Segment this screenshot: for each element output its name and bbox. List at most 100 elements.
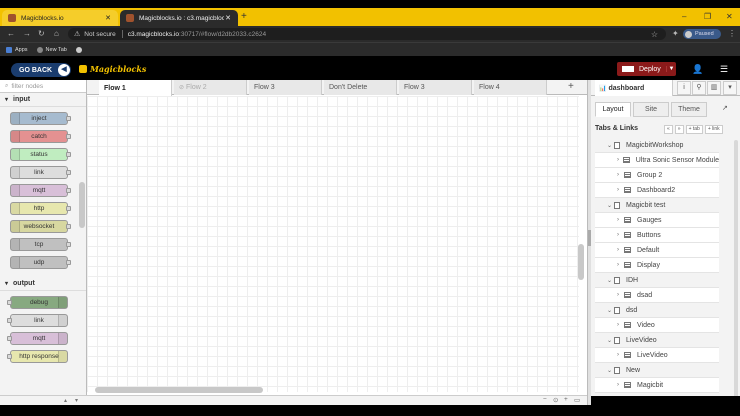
bookmark-apps[interactable]: Apps [6, 46, 28, 53]
tree-group-item[interactable]: › Gauges [595, 213, 719, 228]
palette-node-http-response[interactable]: http response [7, 350, 68, 363]
chevron-right-icon[interactable]: › [617, 187, 624, 193]
user-icon[interactable]: 👤 [692, 64, 703, 74]
palette-node-debug[interactable]: debug [7, 296, 68, 309]
chevron-right-icon[interactable]: › [617, 247, 624, 253]
chevron-right-icon[interactable]: › [617, 292, 624, 298]
tree-tab-item[interactable]: ⌄ IDH [595, 273, 719, 288]
canvas-vertical-scrollbar[interactable] [578, 244, 584, 280]
chevron-right-icon[interactable]: › [617, 232, 624, 238]
back-icon[interactable]: ← [7, 28, 15, 39]
expand-all-button[interactable]: » [674, 125, 684, 134]
tree-group-item[interactable]: › dsad [595, 288, 719, 303]
zoom-out-icon[interactable]: − [543, 396, 547, 403]
chevron-down-icon[interactable]: ⌄ [607, 142, 614, 149]
tree-group-item[interactable]: › Display [595, 258, 719, 273]
tab-flow-5[interactable]: Flow 4 [474, 80, 547, 95]
tree-group-item[interactable]: › Magicbit [595, 378, 719, 393]
chevron-down-icon[interactable]: ⌄ [607, 367, 614, 374]
zoom-in-icon[interactable]: + [564, 396, 568, 403]
add-tab-button[interactable]: + tab [685, 125, 703, 134]
tree-tab-item[interactable]: ⌄ Magicbit test [595, 198, 719, 213]
tree-group-item[interactable]: › Ultra Sonic Sensor Module [595, 153, 719, 168]
sidebar-scrollbar[interactable] [734, 140, 738, 396]
chevron-right-icon[interactable]: › [617, 262, 624, 268]
forward-icon[interactable]: → [23, 28, 31, 39]
close-window-icon[interactable]: ✕ [726, 11, 733, 22]
navigator-icon[interactable]: ▭ [574, 396, 580, 404]
tree-tab-item[interactable]: ⌄ MagicbitWorkshop [595, 138, 719, 153]
profile-button[interactable]: Paused [683, 29, 721, 39]
tab-theme[interactable]: Theme [671, 102, 707, 117]
palette-node-http[interactable]: http [10, 202, 71, 215]
collapse-all-button[interactable]: « [664, 125, 673, 134]
chart-icon[interactable]: ▥ [707, 81, 721, 95]
tree-group-item[interactable]: › Buttons [595, 228, 719, 243]
reload-icon[interactable]: ↻ [38, 28, 45, 39]
tree-group-item[interactable]: › Dashboard2 [595, 183, 719, 198]
tab-flow-2[interactable]: Flow 3 [249, 80, 322, 95]
zoom-reset-icon[interactable]: ⊙ [553, 396, 558, 404]
bookmark-globe[interactable] [75, 46, 85, 53]
chevron-down-icon[interactable]: ▼ [666, 66, 676, 72]
chevron-right-icon[interactable]: › [617, 217, 624, 223]
bookmark-new-tab[interactable]: New Tab [36, 46, 67, 53]
palette-category-input[interactable]: ▾ input [0, 93, 86, 107]
palette-category-output[interactable]: ▾ output [0, 277, 86, 291]
tree-tab-item[interactable]: ⌄ LiveVideo [595, 333, 719, 348]
chevron-right-icon[interactable]: › [617, 322, 624, 328]
collapse-icon[interactable]: ▴ [64, 397, 67, 404]
palette-node-mqtt[interactable]: mqtt [10, 184, 71, 197]
palette-node-udp[interactable]: udp [10, 256, 71, 269]
chevron-right-icon[interactable]: › [617, 172, 624, 178]
bug-icon[interactable]: ⚲ [692, 81, 706, 95]
tab-flow-4[interactable]: Flow 3 [399, 80, 472, 95]
filter-nodes-input[interactable]: ⌕ filter nodes [0, 80, 86, 93]
flow-canvas[interactable] [87, 96, 579, 392]
sidebar-tab-dashboard[interactable]: 📊 dashboard [595, 80, 673, 96]
palette-node-mqtt[interactable]: mqtt [7, 332, 68, 345]
tree-group-item[interactable]: › Video [595, 318, 719, 333]
new-tab-button[interactable]: + [241, 11, 247, 23]
tree-group-item[interactable]: › Group 2 [595, 168, 719, 183]
deploy-button[interactable]: Deploy ▼ [617, 62, 676, 76]
tree-tab-item[interactable]: ⌄ New [595, 363, 719, 378]
chevron-down-icon[interactable]: ⌄ [607, 277, 614, 284]
palette-node-catch[interactable]: catch [10, 130, 71, 143]
tab-layout[interactable]: Layout [595, 102, 631, 117]
tree-tab-item[interactable]: ⌄ dsd [595, 303, 719, 318]
palette-node-link[interactable]: link [7, 314, 68, 327]
chevron-down-icon[interactable]: ⌄ [607, 337, 614, 344]
palette-node-link[interactable]: link [10, 166, 71, 179]
chevron-down-icon[interactable]: ▾ [723, 81, 737, 95]
palette-node-inject[interactable]: inject [10, 112, 71, 125]
close-icon[interactable]: ✕ [224, 14, 232, 22]
chevron-right-icon[interactable]: › [617, 382, 624, 388]
expand-icon[interactable]: ▾ [75, 397, 78, 404]
browser-tab-2[interactable]: Magicblocks.io : c3.magicblocks.io ✕ [120, 10, 238, 26]
close-icon[interactable]: ✕ [104, 14, 112, 22]
add-link-button[interactable]: + link [704, 125, 723, 134]
browser-menu-icon[interactable]: ⋮ [728, 29, 736, 38]
tab-site[interactable]: Site [633, 102, 669, 117]
go-back-button[interactable]: GO BACK ◀ [11, 63, 71, 77]
tree-group-item[interactable]: › Default [595, 243, 719, 258]
tree-group-item[interactable]: › LiveVideo [595, 348, 719, 363]
tab-flow-1[interactable]: ⊘ Flow 2 [174, 80, 247, 95]
info-icon[interactable]: i [677, 81, 691, 95]
palette-node-status[interactable]: status [10, 148, 71, 161]
menu-icon[interactable]: ☰ [720, 64, 728, 74]
chevron-right-icon[interactable]: › [617, 352, 624, 358]
home-icon[interactable]: ⌂ [54, 28, 59, 39]
browser-tab-1[interactable]: Magicblocks.io ✕ [2, 10, 118, 26]
external-link-icon[interactable]: ↗ [722, 104, 728, 112]
palette-scrollbar[interactable] [79, 182, 85, 228]
bookmark-star-icon[interactable]: ☆ [651, 30, 658, 39]
restore-icon[interactable]: ❐ [704, 11, 711, 22]
tab-flow-0[interactable]: Flow 1 [99, 80, 172, 96]
extensions-icon[interactable]: ✦ [672, 29, 679, 38]
palette-node-tcp[interactable]: tcp [10, 238, 71, 251]
canvas-horizontal-scrollbar[interactable] [95, 387, 263, 393]
minimize-icon[interactable]: – [682, 11, 686, 22]
add-flow-button[interactable]: + [568, 81, 574, 92]
